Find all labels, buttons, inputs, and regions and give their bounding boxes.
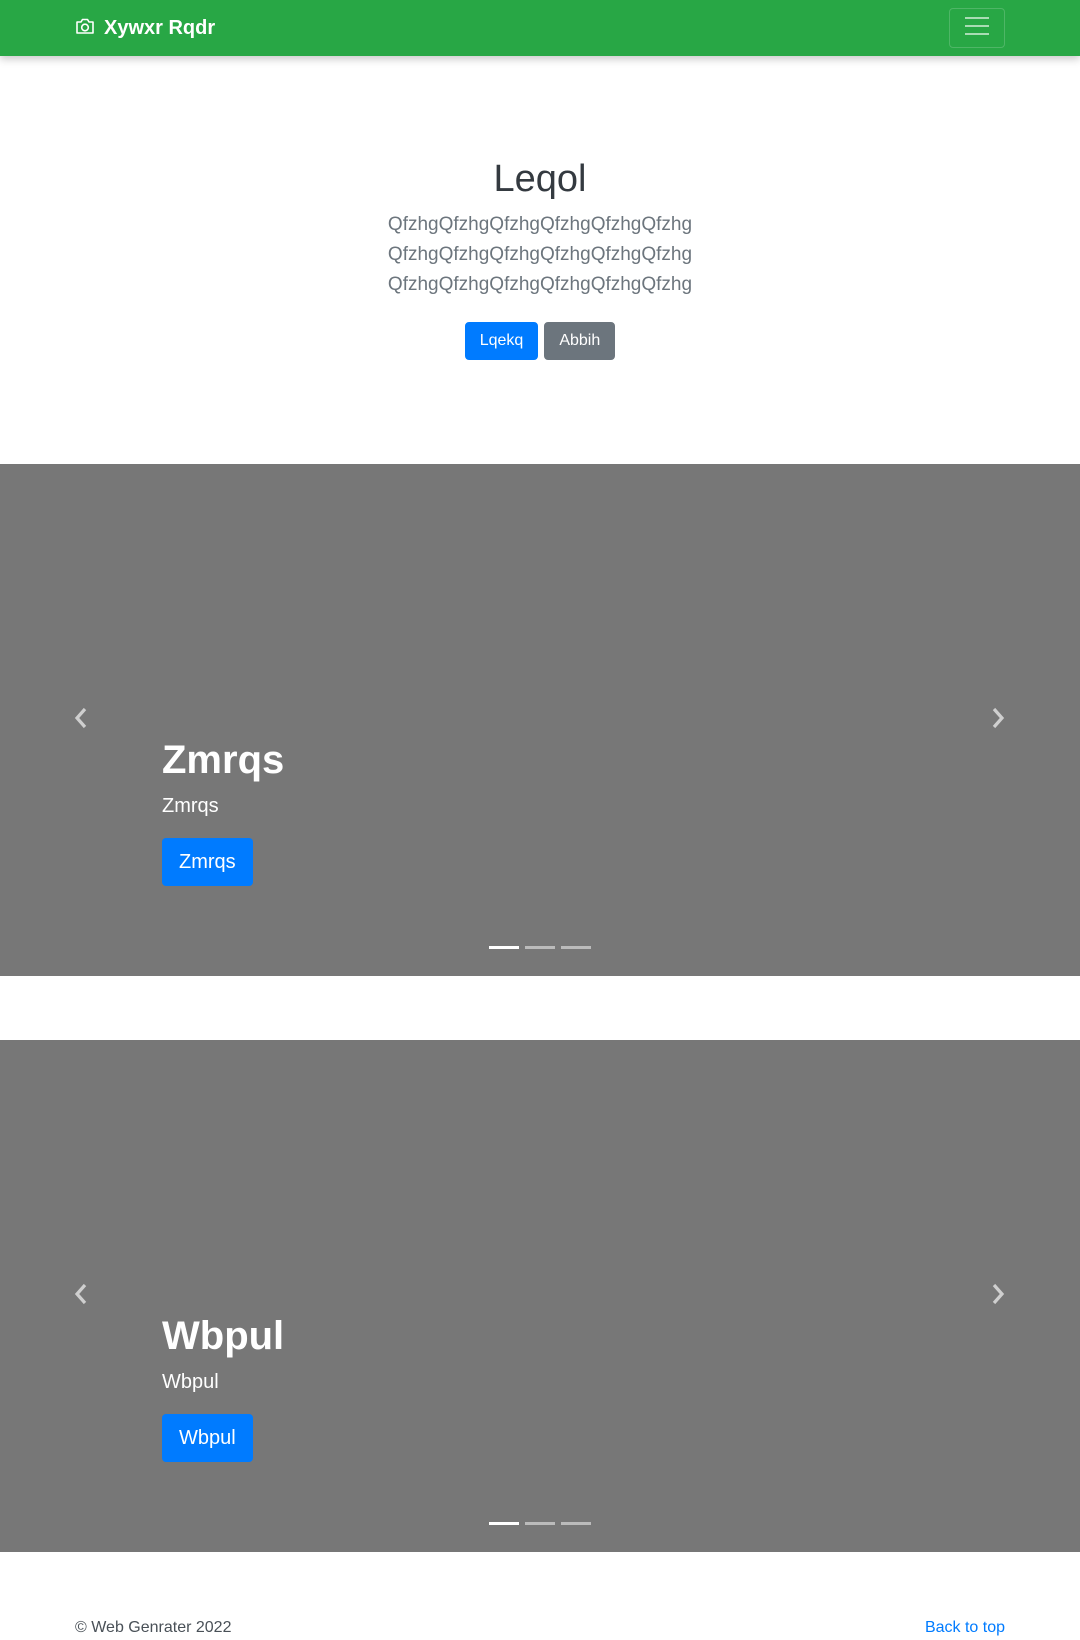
carousel-prev-button[interactable] bbox=[71, 1280, 91, 1312]
navbar: Xywxr Rqdr bbox=[0, 0, 1080, 56]
carousel-indicator-2[interactable] bbox=[525, 1522, 555, 1525]
primary-button[interactable]: Lqekq bbox=[464, 322, 539, 360]
camera-icon bbox=[75, 17, 95, 40]
carousel-caption: Zmrqs Zmrqs Zmrqs bbox=[162, 736, 284, 886]
carousel-indicator-1[interactable] bbox=[489, 1522, 519, 1525]
carousel-indicator-1[interactable] bbox=[489, 946, 519, 949]
navbar-toggler-button[interactable] bbox=[949, 8, 1005, 48]
carousel-indicator-3[interactable] bbox=[561, 1522, 591, 1525]
back-to-top-link[interactable]: Back to top bbox=[925, 1617, 1005, 1639]
footer: © Web Genrater 2022 Back to top bbox=[0, 1600, 1080, 1640]
carousel: Zmrqs Zmrqs Zmrqs bbox=[0, 464, 1080, 976]
jumbotron-title: Leqol bbox=[493, 158, 587, 200]
carousel-text: Wbpul bbox=[162, 1371, 219, 1393]
brand-title: Xywxr Rqdr bbox=[104, 17, 216, 39]
hamburger-menu-icon bbox=[964, 15, 990, 42]
carousel-text: Zmrqs bbox=[162, 795, 219, 817]
secondary-button[interactable]: Abbih bbox=[544, 322, 616, 360]
carousel-title: Zmrqs bbox=[162, 738, 285, 782]
brand-link[interactable]: Xywxr Rqdr bbox=[75, 15, 215, 41]
carousel-title: Wbpul bbox=[162, 1314, 285, 1358]
chevron-right-icon bbox=[991, 1283, 1005, 1310]
carousel-next-button[interactable] bbox=[988, 704, 1008, 736]
carousel-caption: Wbpul Wbpul Wbpul bbox=[162, 1312, 284, 1462]
carousel-indicator-3[interactable] bbox=[561, 946, 591, 949]
carousel-indicator-2[interactable] bbox=[525, 946, 555, 949]
chevron-right-icon bbox=[991, 707, 1005, 734]
copyright-text: © Web Genrater 2022 bbox=[75, 1619, 232, 1636]
chevron-left-icon bbox=[74, 1283, 88, 1310]
lead-line: QfzhgQfzhgQfzhgQfzhgQfzhgQfzhg bbox=[387, 274, 693, 295]
carousel-cta-button[interactable]: Zmrqs bbox=[162, 838, 253, 886]
jumbotron-buttons: Lqekq Abbih bbox=[0, 322, 1080, 360]
carousel-indicators bbox=[0, 1522, 1080, 1525]
lead-line: QfzhgQfzhgQfzhgQfzhgQfzhgQfzhg bbox=[387, 244, 693, 265]
carousel: Wbpul Wbpul Wbpul bbox=[0, 1040, 1080, 1552]
carousel-cta-button[interactable]: Wbpul bbox=[162, 1414, 253, 1462]
jumbotron: Leqol QfzhgQfzhgQfzhgQfzhgQfzhgQfzhg Qfz… bbox=[0, 56, 1080, 464]
chevron-left-icon bbox=[74, 707, 88, 734]
carousel-prev-button[interactable] bbox=[71, 704, 91, 736]
carousel-next-button[interactable] bbox=[988, 1280, 1008, 1312]
lead-line: QfzhgQfzhgQfzhgQfzhgQfzhgQfzhg bbox=[387, 214, 693, 235]
jumbotron-lead: QfzhgQfzhgQfzhgQfzhgQfzhgQfzhg QfzhgQfzh… bbox=[0, 210, 1080, 300]
carousel-indicators bbox=[0, 946, 1080, 949]
